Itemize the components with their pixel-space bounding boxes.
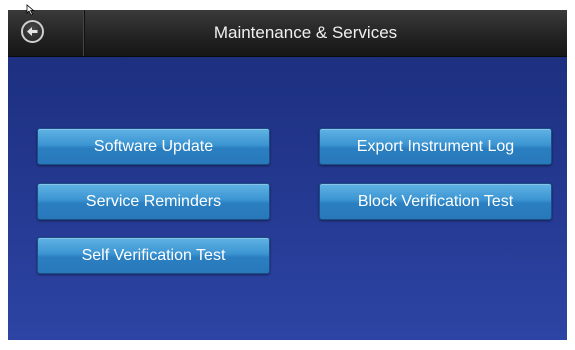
maintenance-screen: Maintenance & Services Software Update S… bbox=[8, 10, 567, 340]
software-update-button[interactable]: Software Update bbox=[37, 128, 270, 165]
mouse-cursor-icon bbox=[26, 4, 35, 16]
title-bar: Maintenance & Services bbox=[8, 10, 567, 57]
back-button[interactable] bbox=[8, 10, 85, 56]
block-verification-test-button[interactable]: Block Verification Test bbox=[319, 183, 552, 220]
service-reminders-button[interactable]: Service Reminders bbox=[37, 183, 270, 220]
page-title: Maintenance & Services bbox=[213, 23, 398, 42]
self-verification-test-button[interactable]: Self Verification Test bbox=[37, 237, 270, 274]
export-instrument-log-button[interactable]: Export Instrument Log bbox=[319, 128, 552, 165]
back-arrow-icon bbox=[21, 20, 44, 43]
